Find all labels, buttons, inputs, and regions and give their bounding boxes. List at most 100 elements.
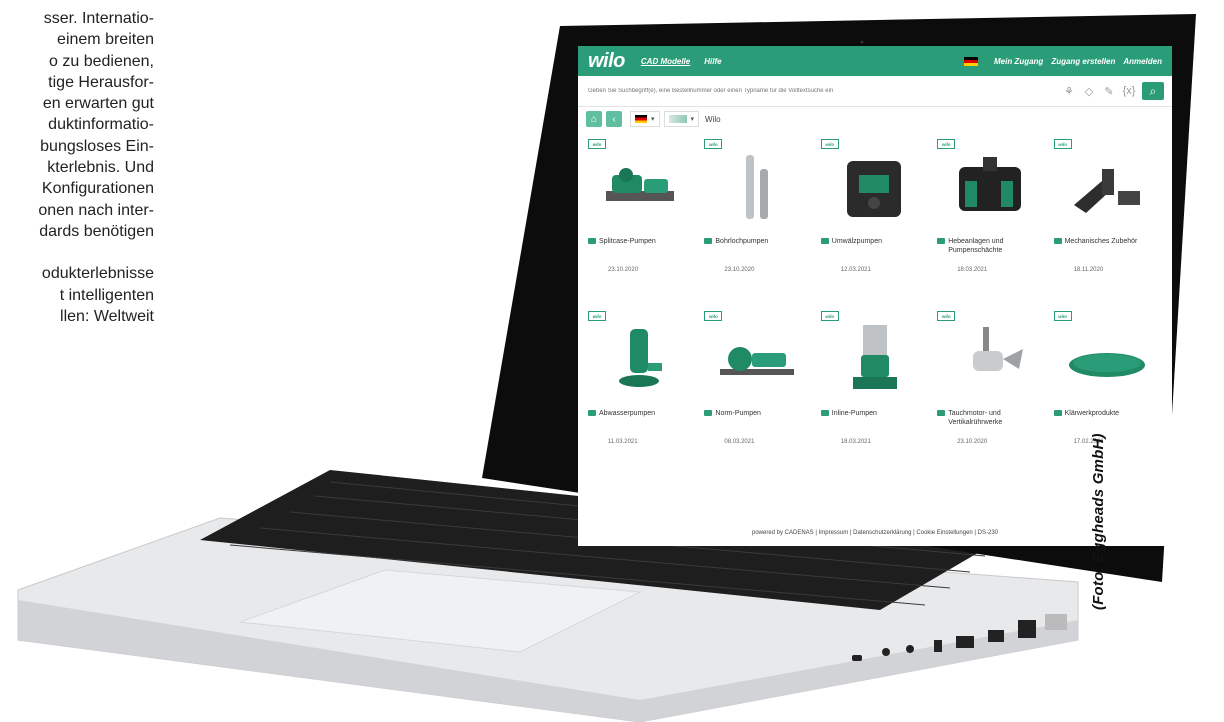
folder-icon	[704, 410, 713, 416]
product-category: Splitcase-Pumpen	[588, 237, 688, 246]
product-name: Mechanisches Zubehör	[1064, 238, 1138, 245]
article-line: dards benötigen	[39, 222, 154, 240]
standard-pump-image	[720, 347, 795, 375]
cube-icon[interactable]: ◇	[1082, 84, 1096, 98]
product-category: Norm-Pumpen	[704, 409, 804, 418]
login-link[interactable]: Anmelden	[1123, 57, 1162, 66]
product-category: Tauchmotor- und Vertikalrührwerke	[937, 409, 1037, 427]
product-card[interactable]: wilo Bohrlochpumpen 23.10.2020	[702, 137, 814, 307]
article-line: einem breiten	[57, 31, 154, 49]
wilo-badge: wilo	[1053, 139, 1072, 149]
circulator-pump-image	[846, 161, 901, 217]
folder-icon	[704, 238, 713, 244]
pencil-icon[interactable]: ✎	[1102, 84, 1116, 98]
catalog-dropdown[interactable]: ▾	[663, 111, 700, 127]
article-line: sser. Internatio-	[43, 10, 154, 27]
product-date: 12.03.2021	[840, 267, 871, 273]
folder-icon	[820, 410, 829, 416]
splitcase-pump-image	[606, 168, 674, 201]
nav-help[interactable]: Hilfe	[704, 57, 721, 66]
article-line: onen nach inter-	[38, 201, 154, 219]
language-dropdown[interactable]: ▾	[630, 111, 660, 127]
catalog-thumbnail-icon	[668, 115, 687, 123]
product-date: 11.03.2021	[608, 439, 638, 445]
product-category: Abwasserpumpen	[588, 409, 688, 418]
borehole-pump-image	[746, 155, 769, 219]
article-line: duktinformatio-	[48, 116, 154, 134]
inline-pump-image	[852, 325, 897, 389]
my-account-link[interactable]: Mein Zugang	[994, 57, 1043, 66]
article-line: kterlebnis. Und	[47, 159, 154, 177]
wilo-badge: wilo	[820, 311, 839, 321]
article-line: Konfigurationen	[41, 180, 154, 198]
product-category: Hebeanlagen und Pumpenschächte	[937, 237, 1037, 255]
product-category: Mechanisches Zubehör	[1053, 237, 1154, 246]
article-line: o zu bedienen,	[49, 52, 154, 70]
product-card[interactable]: wilo Mechanisches Zubehör 18.11.2020	[1052, 137, 1164, 307]
product-name: Tauchmotor- und Vertikalrührwerke	[948, 410, 1003, 426]
product-name: Bohrlochpumpen	[715, 238, 769, 245]
wilo-badge: wilo	[937, 311, 956, 321]
structure-search-icon[interactable]: ⚘	[1062, 84, 1076, 98]
article-line: t intelligenten	[59, 286, 154, 304]
product-card[interactable]: wilo Hebeanlagen und Pumpenschächte 18.0…	[935, 137, 1047, 307]
product-name: Splitcase-Pumpen	[599, 238, 656, 245]
product-name: Umwälzpumpen	[831, 238, 882, 245]
app-header: wilo CAD Modelle Hilfe Mein Zugang Zugan…	[578, 46, 1172, 76]
create-account-link[interactable]: Zugang erstellen	[1051, 57, 1115, 66]
product-category: Umwälzpumpen	[820, 237, 921, 246]
article-line: llen: Weltweit	[60, 307, 154, 325]
wilo-badge: wilo	[588, 311, 606, 321]
product-card[interactable]: wilo Klärwerkprodukte 17.02.2021	[1052, 309, 1164, 479]
product-name: Hebeanlagen und Pumpenschächte	[948, 238, 1004, 254]
german-flag-icon[interactable]	[963, 56, 978, 66]
folder-icon	[937, 410, 946, 416]
product-date: 23.10.2020	[608, 267, 639, 273]
product-category: Inline-Pumpen	[820, 409, 921, 418]
product-date: 23.10.2020	[724, 267, 755, 273]
product-card[interactable]: wilo Splitcase-Pumpen 23.10.2020	[586, 137, 698, 307]
product-name: Klärwerkprodukte	[1064, 410, 1120, 417]
product-category: Bohrlochpumpen	[704, 237, 804, 246]
product-card[interactable]: wilo Norm-Pumpen 08.03.2021	[702, 309, 814, 479]
product-date: 18.03.2021	[957, 267, 988, 273]
variables-icon[interactable]: {x}	[1122, 84, 1136, 98]
search-input[interactable]	[586, 82, 1056, 100]
search-button[interactable]: ⌕	[1142, 82, 1164, 100]
mechanical-accessory-image	[1073, 169, 1140, 213]
photo-credit: (Foto: Eggheads GmbH)	[1090, 433, 1107, 610]
lifting-station-image	[959, 157, 1022, 211]
product-card[interactable]: wilo Inline-Pumpen 18.03.2021	[819, 309, 931, 479]
german-flag-icon	[635, 115, 647, 123]
home-button[interactable]: ⌂	[586, 111, 602, 127]
nav-cad-models[interactable]: CAD Modelle	[641, 57, 690, 66]
article-text-column: sser. Internatio- einem breiten o zu bed…	[0, 8, 154, 327]
product-card[interactable]: wilo Tauchmotor- und Vertikalrührwerke 2…	[935, 309, 1047, 479]
product-date: 18.03.2021	[840, 439, 871, 445]
product-name: Inline-Pumpen	[831, 410, 877, 417]
article-line: bungsloses Ein-	[40, 137, 154, 155]
wilo-badge: wilo	[588, 139, 606, 149]
wilo-logo[interactable]: wilo	[588, 50, 625, 73]
search-bar: ⚘ ◇ ✎ {x} ⌕	[578, 76, 1172, 107]
product-date: 23.10.2020	[957, 439, 988, 445]
breadcrumb[interactable]: Wilo	[705, 115, 721, 124]
folder-icon	[1053, 410, 1062, 416]
product-category: Klärwerkprodukte	[1053, 409, 1154, 418]
wilo-badge: wilo	[704, 139, 723, 149]
product-card[interactable]: wilo Abwasserpumpen 11.03.2021	[586, 309, 698, 479]
wilo-badge: wilo	[1053, 311, 1072, 321]
laptop-screen: wilo CAD Modelle Hilfe Mein Zugang Zugan…	[578, 46, 1172, 546]
wastewater-product-image	[1068, 353, 1145, 377]
folder-icon	[1053, 238, 1062, 244]
wilo-badge: wilo	[820, 139, 839, 149]
wilo-badge: wilo	[704, 311, 723, 321]
product-date: 08.03.2021	[724, 439, 755, 445]
folder-icon	[588, 410, 596, 416]
product-grid: wilo Splitcase-Pumpen 23.10.2020 wilo Bo…	[578, 131, 1172, 485]
product-card[interactable]: wilo Umwälzpumpen 12.03.2021	[819, 137, 931, 307]
article-line: tige Herausfor-	[48, 73, 154, 91]
article-line: odukterlebnisse	[41, 265, 154, 283]
back-button[interactable]: ‹	[606, 111, 622, 127]
article-line: en erwarten gut	[42, 95, 154, 113]
